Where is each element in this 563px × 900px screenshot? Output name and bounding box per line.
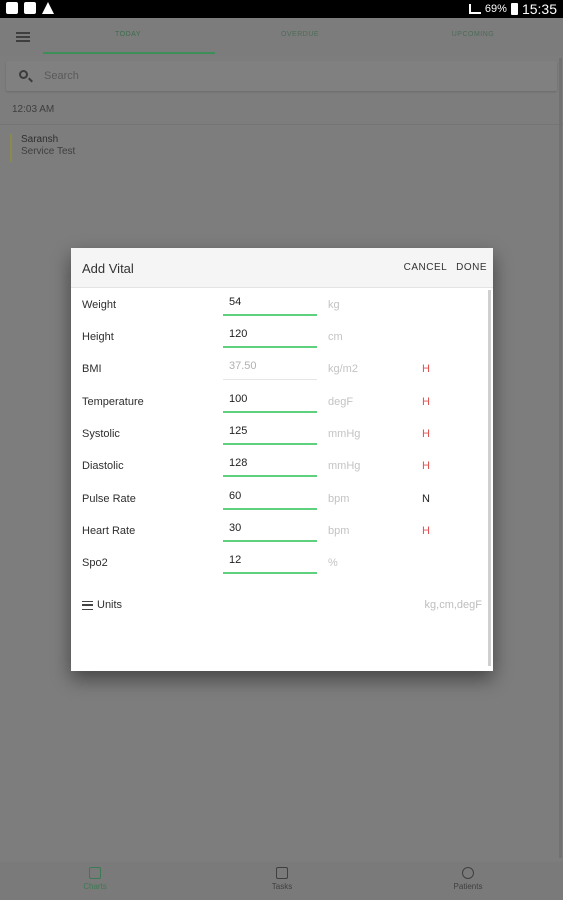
nav-tasks-label: Tasks xyxy=(271,882,293,891)
vital-row-heart-rate: Heart Rate 30 bpm H xyxy=(71,516,481,548)
vital-flag: H xyxy=(422,396,430,408)
checkbox-icon xyxy=(276,867,288,879)
systolic-input[interactable]: 125 xyxy=(223,419,317,445)
notification-icon xyxy=(6,2,18,14)
vital-unit: bpm xyxy=(328,493,350,505)
cancel-button[interactable]: CANCEL xyxy=(404,262,447,273)
clock: 15:35 xyxy=(521,1,557,17)
vital-unit: % xyxy=(328,557,338,569)
units-label: Units xyxy=(97,599,123,611)
vital-unit: kg xyxy=(328,299,340,311)
dialog-header: Add Vital CANCEL DONE xyxy=(71,248,493,288)
bmi-field: 37.50 xyxy=(223,354,317,380)
vital-unit: degF xyxy=(328,396,354,408)
search-icon xyxy=(19,70,28,79)
dialog-scrollbar[interactable] xyxy=(488,290,491,666)
tab-upcoming[interactable]: UPCOMING xyxy=(388,31,558,38)
vital-label: Spo2 xyxy=(82,557,108,569)
vital-unit: cm xyxy=(328,331,343,343)
signal-icon xyxy=(468,4,481,14)
weight-input[interactable]: 54 xyxy=(223,290,317,316)
vital-flag: H xyxy=(422,363,430,375)
vital-row-pulse-rate: Pulse Rate 60 bpm N xyxy=(71,484,481,516)
nav-patients[interactable]: Patients xyxy=(408,867,528,891)
vital-label: Pulse Rate xyxy=(82,493,136,505)
dialog-title: Add Vital xyxy=(82,261,134,276)
sliders-icon xyxy=(82,601,93,610)
search-input[interactable]: Search xyxy=(44,70,79,82)
vital-unit: kg/m2 xyxy=(328,363,358,375)
bottom-nav: Charts Tasks Patients xyxy=(0,862,563,900)
vital-flag: H xyxy=(422,525,430,537)
scrollbar[interactable] xyxy=(559,58,562,858)
vital-label: Temperature xyxy=(82,396,144,408)
units-value: kg,cm,degF xyxy=(424,599,482,611)
height-input[interactable]: 120 xyxy=(223,322,317,348)
service-name: Service Test xyxy=(21,146,76,157)
divider xyxy=(0,124,563,125)
heart-rate-input[interactable]: 30 xyxy=(223,516,317,542)
vital-row-temperature: Temperature 100 degF H xyxy=(71,387,481,419)
add-vital-dialog: Add Vital CANCEL DONE Weight 54 kg Heigh… xyxy=(71,248,493,671)
nav-patients-label: Patients xyxy=(453,882,483,891)
tab-today[interactable]: TODAY xyxy=(43,31,213,38)
vital-unit: mmHg xyxy=(328,460,361,472)
vital-label: BMI xyxy=(82,363,102,375)
vital-row-systolic: Systolic 125 mmHg H xyxy=(71,419,481,451)
vital-label: Height xyxy=(82,331,114,343)
vital-flag: H xyxy=(422,460,430,472)
tab-overdue[interactable]: OVERDUE xyxy=(215,31,385,38)
dialog-actions: CANCEL DONE xyxy=(398,262,487,273)
people-icon xyxy=(462,867,474,879)
vital-row-spo2: Spo2 12 % xyxy=(71,548,481,580)
patient-name: Saransh xyxy=(21,134,59,145)
vital-label: Heart Rate xyxy=(82,525,136,537)
battery-percent: 69% xyxy=(484,3,507,15)
vital-row-weight: Weight 54 kg xyxy=(71,290,481,322)
warning-icon xyxy=(42,2,54,14)
vital-row-bmi: BMI 37.50 kg/m2 H xyxy=(71,354,481,386)
temperature-input[interactable]: 100 xyxy=(223,387,317,413)
vital-label: Systolic xyxy=(82,428,120,440)
vital-flag: N xyxy=(422,493,430,505)
vital-unit: mmHg xyxy=(328,428,361,440)
vital-label: Diastolic xyxy=(82,460,124,472)
tab-indicator xyxy=(43,52,215,54)
vital-label: Weight xyxy=(82,299,117,311)
vital-flag: H xyxy=(422,428,430,440)
time-header: 12:03 AM xyxy=(12,104,55,115)
diastolic-input[interactable]: 128 xyxy=(223,451,317,477)
pulse-rate-input[interactable]: 60 xyxy=(223,484,317,510)
battery-icon xyxy=(510,3,518,15)
spo2-input[interactable]: 12 xyxy=(223,548,317,574)
vital-row-diastolic: Diastolic 128 mmHg H xyxy=(71,451,481,483)
done-button[interactable]: DONE xyxy=(456,262,487,273)
calendar-icon xyxy=(89,867,101,879)
vital-row-height: Height 120 cm xyxy=(71,322,481,354)
search-bar[interactable]: Search xyxy=(6,61,557,91)
nav-tasks[interactable]: Tasks xyxy=(222,867,342,891)
vital-unit: bpm xyxy=(328,525,350,537)
units-row[interactable]: Units kg,cm,degF xyxy=(82,598,482,616)
nav-charts[interactable]: Charts xyxy=(35,867,155,891)
app-bar: TODAY OVERDUE UPCOMING xyxy=(0,18,563,56)
status-bar: 69% 15:35 xyxy=(0,0,563,18)
notification-icon xyxy=(24,2,36,14)
list-item[interactable]: Saransh Service Test xyxy=(10,134,310,162)
nav-charts-label: Charts xyxy=(83,882,107,891)
menu-icon[interactable] xyxy=(16,32,30,42)
